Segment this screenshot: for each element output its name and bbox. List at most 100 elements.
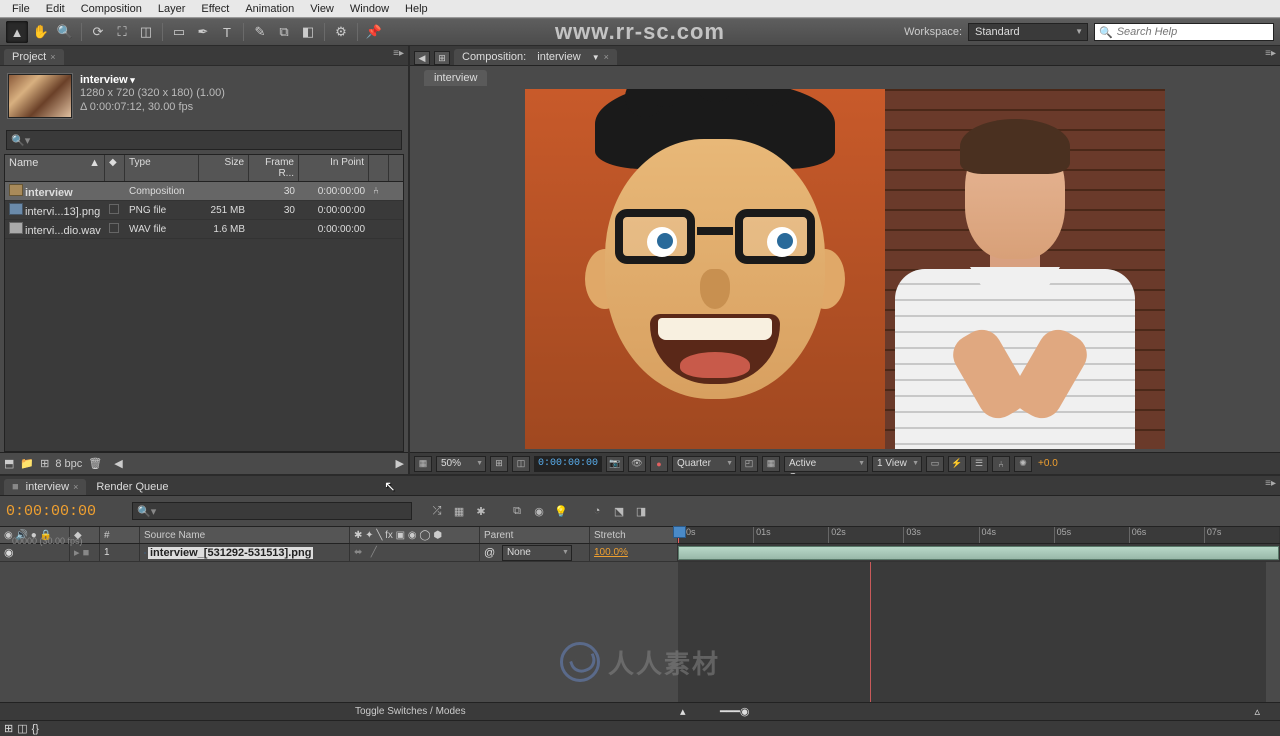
camera-tool[interactable]: ⛶ <box>111 21 133 43</box>
stretch-value[interactable]: 100.0% <box>590 544 678 561</box>
project-search[interactable]: 🔍▾ <box>6 130 402 150</box>
clone-tool[interactable]: ⧉ <box>273 21 295 43</box>
viewer-tab[interactable]: Composition: interview ▼ × <box>454 49 617 65</box>
timeline-tab-comp[interactable]: ■interview× <box>4 479 86 495</box>
graph-editor-icon[interactable]: ⬔ <box>610 502 628 520</box>
menu-composition[interactable]: Composition <box>73 1 150 17</box>
project-row[interactable]: intervi...13].png PNG file 251 MB 30 0:0… <box>5 201 403 220</box>
stretch-header[interactable]: Stretch <box>590 527 678 543</box>
channel-icon[interactable]: ● <box>650 456 668 472</box>
panel-menu-icon[interactable]: ≡▸ <box>1265 48 1276 59</box>
interpret-icon[interactable]: ⬒ <box>4 457 14 470</box>
zoom-out-icon[interactable]: ▴ <box>680 705 686 718</box>
prev-icon[interactable]: ◀ <box>114 457 122 470</box>
toggle-switches-button[interactable]: Toggle Switches / Modes <box>355 706 466 717</box>
always-preview-icon[interactable]: ▦ <box>414 456 432 472</box>
trash-icon[interactable]: 🗑 <box>88 457 102 470</box>
grid-icon[interactable]: ⊞ <box>490 456 508 472</box>
zoom-tool[interactable]: 🔍 <box>54 21 76 43</box>
rectangle-tool[interactable]: ▭ <box>168 21 190 43</box>
parent-header[interactable]: Parent <box>480 527 590 543</box>
panel-menu-icon[interactable]: ≡▸ <box>1265 478 1276 489</box>
help-search[interactable]: 🔍 <box>1094 23 1274 41</box>
comp-thumbnail[interactable] <box>8 74 72 118</box>
zoom-slider[interactable]: ━━━◉ <box>720 705 749 718</box>
composition-canvas[interactable] <box>525 89 1165 449</box>
menu-layer[interactable]: Layer <box>150 1 194 17</box>
comp-subtab[interactable]: interview <box>424 70 487 86</box>
playhead[interactable] <box>678 527 679 543</box>
menu-file[interactable]: File <box>4 1 38 17</box>
zoom-in-icon[interactable]: ▵ <box>1254 705 1260 718</box>
col-type[interactable]: Type <box>125 155 199 181</box>
project-tab[interactable]: Project× <box>4 49 64 65</box>
hand-tool[interactable]: ✋ <box>30 21 52 43</box>
rotation-tool[interactable]: ⟳ <box>87 21 109 43</box>
reset-exposure-icon[interactable]: ✺ <box>1014 456 1032 472</box>
panel-menu-icon[interactable]: ≡▸ <box>393 48 404 59</box>
workspace-dropdown[interactable]: Standard <box>968 23 1088 41</box>
nav-comp-icon[interactable]: ⊞ <box>434 51 450 65</box>
time-ruler[interactable]: 00s01s02s03s04s05s06s07s <box>678 527 1280 543</box>
brainstorm-icon[interactable]: 💡 <box>552 502 570 520</box>
flowchart-icon[interactable]: ⑃ <box>992 456 1010 472</box>
flowchart-icon[interactable]: ⑃ <box>369 184 389 199</box>
menu-effect[interactable]: Effect <box>193 1 237 17</box>
current-timecode[interactable]: 0:00:00:00 <box>534 456 602 472</box>
close-icon[interactable]: × <box>73 482 78 492</box>
menu-window[interactable]: Window <box>342 1 397 17</box>
timeline-tab-render[interactable]: Render Queue <box>88 479 176 495</box>
layer-name[interactable]: interview_[531292-531513].png <box>148 547 313 559</box>
menu-edit[interactable]: Edit <box>38 1 73 17</box>
menu-animation[interactable]: Animation <box>237 1 302 17</box>
next-icon[interactable]: ▶ <box>396 457 404 470</box>
col-inpoint[interactable]: In Point <box>299 155 369 181</box>
transparency-icon[interactable]: ▦ <box>762 456 780 472</box>
timeline-timecode[interactable]: 0:00:00:00 <box>6 503 96 520</box>
menu-view[interactable]: View <box>302 1 342 17</box>
fast-preview-icon[interactable]: ⚡ <box>948 456 966 472</box>
camera-dropdown[interactable]: Active Camera <box>784 456 868 472</box>
timeline-layer-row[interactable]: ◉ ▸ ■ 1 interview_[531292-531513].png ⬌ … <box>0 544 1280 562</box>
hide-shy-icon[interactable]: ✱ <box>472 502 490 520</box>
pen-tool[interactable]: ✒ <box>192 21 214 43</box>
video-toggle-icon[interactable]: ◉ <box>4 546 14 559</box>
nav-back-icon[interactable]: ◀ <box>414 51 430 65</box>
puppet-tool[interactable]: 📌 <box>363 21 385 43</box>
mask-icon[interactable]: ◫ <box>512 456 530 472</box>
graph-editor-toggle-icon[interactable]: ◨ <box>632 502 650 520</box>
zoom-dropdown[interactable]: 50% <box>436 456 486 472</box>
exposure-value[interactable]: +0.0 <box>1038 458 1058 469</box>
status-icon[interactable]: {} <box>32 723 39 735</box>
views-dropdown[interactable]: 1 View <box>872 456 922 472</box>
bpc-button[interactable]: 8 bpc <box>55 458 82 470</box>
frame-blend-icon[interactable]: ⧉ <box>508 502 526 520</box>
comp-mini-flowchart-icon[interactable]: ⤮ <box>428 502 446 520</box>
source-name-header[interactable]: Source Name <box>140 527 350 543</box>
roto-tool[interactable]: ⚙ <box>330 21 352 43</box>
show-snapshot-icon[interactable]: 👁 <box>628 456 646 472</box>
menu-help[interactable]: Help <box>397 1 436 17</box>
close-icon[interactable]: × <box>50 52 55 62</box>
parent-dropdown[interactable]: None <box>502 545 572 561</box>
timeline-search[interactable]: 🔍▾ <box>132 502 412 520</box>
snapshot-icon[interactable]: 📷 <box>606 456 624 472</box>
project-row[interactable]: interview Composition 30 0:00:00:00 ⑃ <box>5 182 403 201</box>
status-icon[interactable]: ⊞ <box>4 722 13 735</box>
project-row[interactable]: intervi...dio.wav WAV file 1.6 MB 0:00:0… <box>5 220 403 239</box>
motion-blur-icon[interactable]: ◉ <box>530 502 548 520</box>
comp-name[interactable]: interview <box>80 74 225 86</box>
col-name[interactable]: Name ▲ <box>5 155 105 181</box>
resolution-dropdown[interactable]: Quarter <box>672 456 736 472</box>
selection-tool[interactable]: ▲ <box>6 21 28 43</box>
timeline-icon[interactable]: ☰ <box>970 456 988 472</box>
status-icon[interactable]: ◫ <box>17 722 27 735</box>
pickwhip-icon[interactable]: @ <box>484 547 495 559</box>
new-comp-icon[interactable]: ⊞ <box>40 457 49 470</box>
auto-keyframe-icon[interactable]: ◔ <box>588 502 606 520</box>
type-tool[interactable]: T <box>216 21 238 43</box>
roi-icon[interactable]: ◰ <box>740 456 758 472</box>
col-label[interactable]: ◆ <box>105 155 125 181</box>
col-size[interactable]: Size <box>199 155 249 181</box>
col-framerate[interactable]: Frame R... <box>249 155 299 181</box>
